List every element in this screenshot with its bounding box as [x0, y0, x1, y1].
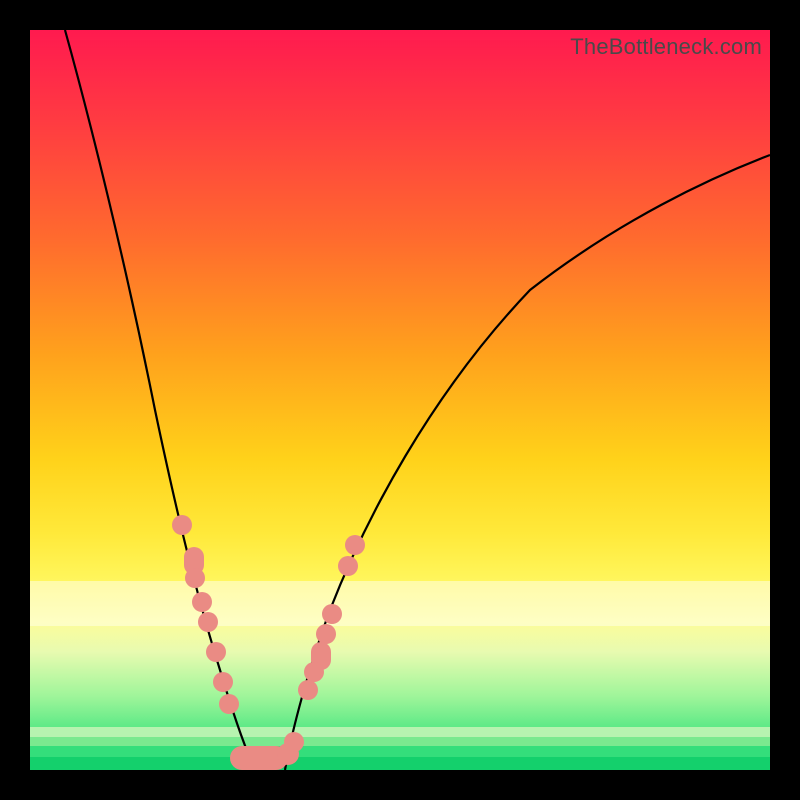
- plot-area: TheBottleneck.com: [30, 30, 770, 770]
- curve-canvas: [30, 30, 770, 770]
- chart-frame: TheBottleneck.com: [0, 0, 800, 800]
- right-curve: [285, 155, 770, 770]
- right-arm-dots: [298, 535, 365, 700]
- left-arm-dots: [172, 515, 239, 714]
- left-curve: [65, 30, 255, 770]
